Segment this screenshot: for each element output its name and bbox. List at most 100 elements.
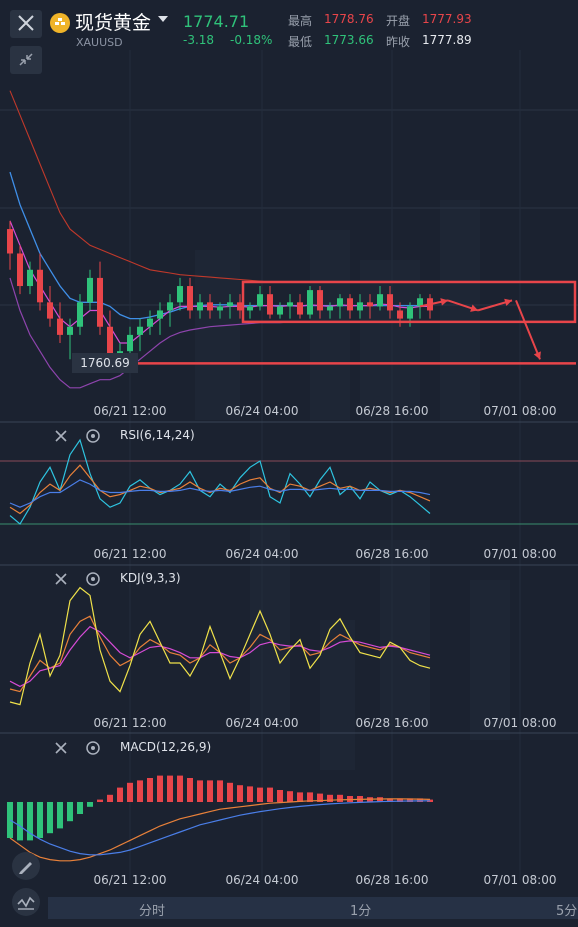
candle-body xyxy=(177,286,183,303)
candle-body xyxy=(37,269,43,303)
x-tick-label: 07/01 08:00 xyxy=(484,716,557,730)
candle-body xyxy=(317,290,323,311)
candle-body xyxy=(57,318,63,335)
x-tick-label: 06/21 12:00 xyxy=(94,716,167,730)
draw-tool-button[interactable] xyxy=(12,852,40,880)
wave-icon xyxy=(17,896,35,910)
open-label: 开盘 xyxy=(386,14,411,28)
price-change: -3.18 xyxy=(183,33,215,47)
chart-canvas[interactable]: 06/21 12:00 06/24 04:00 06/28 16:00 07/01 0… xyxy=(0,0,578,927)
candle-body xyxy=(377,294,383,307)
x-tick-label: 06/28 16:00 xyxy=(356,404,429,418)
macd-histogram-bar xyxy=(67,802,73,822)
low-label: 最低 xyxy=(288,35,313,49)
candle-body xyxy=(197,302,203,311)
macd-title: MACD(12,26,9) xyxy=(120,740,212,754)
header-bar: 现货黄金 XAUUSD 1774.71 -3.18 -0.18% 最高 1778… xyxy=(0,0,578,50)
gear-icon-center xyxy=(91,577,95,581)
candle-body xyxy=(87,277,93,303)
rsi-title: RSI(6,14,24) xyxy=(120,428,195,442)
gear-icon-center xyxy=(91,434,95,438)
macd-histogram-bar xyxy=(267,787,273,802)
macd-histogram-bar xyxy=(77,802,83,814)
background-building-1 xyxy=(310,230,350,420)
x-tick-label: 06/24 04:00 xyxy=(226,404,299,418)
macd-histogram-bar xyxy=(187,778,193,802)
prev-close-label: 昨收 xyxy=(386,35,411,49)
macd-histogram-bar xyxy=(177,775,183,802)
tab-5min[interactable]: 5分 xyxy=(556,900,577,919)
candle-body xyxy=(227,302,233,307)
prev-close-value: 1777.89 xyxy=(422,33,472,47)
macd-histogram-bar xyxy=(147,778,153,802)
candle-body xyxy=(127,334,133,352)
trading-app: 06/21 12:00 06/24 04:00 06/28 16:00 07/01 0… xyxy=(0,0,578,927)
macd-histogram-bar xyxy=(17,802,23,841)
macd-histogram-bar xyxy=(167,775,173,802)
x-tick-label: 06/21 12:00 xyxy=(94,547,167,561)
candle-body xyxy=(97,277,103,327)
chevron-down-icon[interactable] xyxy=(158,16,168,22)
last-price: 1774.71 xyxy=(183,12,250,31)
open-value: 1777.93 xyxy=(422,12,472,26)
candle-body xyxy=(77,302,83,327)
x-tick-label: 06/21 12:00 xyxy=(94,404,167,418)
gear-icon-center xyxy=(91,746,95,750)
collapse-arrows-icon xyxy=(19,53,33,66)
close-button[interactable] xyxy=(10,10,42,38)
macd-histogram-bar xyxy=(37,802,43,838)
macd-histogram-bar xyxy=(337,794,343,802)
candle-body xyxy=(217,306,223,311)
macd-histogram-bar xyxy=(127,782,133,802)
macd-histogram-bar xyxy=(107,794,113,802)
x-tick-label: 06/28 16:00 xyxy=(356,873,429,887)
candle-body xyxy=(347,298,353,311)
background-building-2 xyxy=(360,260,420,420)
kdj-title: KDJ(9,3,3) xyxy=(120,571,181,585)
candle-body xyxy=(387,294,393,311)
candle-body xyxy=(407,306,413,319)
x-tick-label: 06/24 04:00 xyxy=(226,547,299,561)
x-tick-label: 07/01 08:00 xyxy=(484,404,557,418)
macd-histogram-bar xyxy=(157,775,163,802)
candle-body xyxy=(297,302,303,315)
x-tick-label: 06/24 04:00 xyxy=(226,716,299,730)
macd-histogram-bar xyxy=(287,791,293,802)
macd-histogram-bar xyxy=(57,802,63,829)
page-title[interactable]: 现货黄金 xyxy=(75,8,151,35)
candle-body xyxy=(67,326,73,335)
macd-histogram-bar xyxy=(257,787,263,802)
x-tick-label: 06/24 04:00 xyxy=(226,873,299,887)
macd-histogram-bar xyxy=(207,780,213,802)
macd-histogram-bar xyxy=(297,792,303,802)
candle-body xyxy=(287,302,293,307)
candle-body xyxy=(187,286,193,311)
price-change-percent: -0.18% xyxy=(230,33,273,47)
high-label: 最高 xyxy=(288,14,313,28)
high-value: 1778.76 xyxy=(324,12,374,26)
candle-body xyxy=(47,302,53,319)
fullscreen-button[interactable] xyxy=(10,46,42,74)
indicator-tool-button[interactable] xyxy=(12,888,40,916)
x-tick-label: 07/01 08:00 xyxy=(484,547,557,561)
macd-histogram-bar xyxy=(137,780,143,802)
candle-body xyxy=(147,318,153,327)
candle-body xyxy=(257,294,263,307)
logo-icon xyxy=(50,13,70,33)
candle-body xyxy=(157,310,163,319)
tab-1min[interactable]: 1分 xyxy=(350,900,371,919)
x-tick-label: 06/28 16:00 xyxy=(356,716,429,730)
x-tick-label: 07/01 08:00 xyxy=(484,873,557,887)
macd-histogram-bar xyxy=(227,782,233,802)
macd-histogram-bar xyxy=(87,802,93,807)
macd-histogram-bar xyxy=(217,780,223,802)
candle-body xyxy=(207,302,213,311)
candle-body xyxy=(167,302,173,311)
timeframe-bar xyxy=(48,897,578,919)
macd-histogram-bar xyxy=(237,785,243,802)
support-price-tag: 1760.69 xyxy=(72,353,138,373)
candle-body xyxy=(247,306,253,311)
macd-histogram-bar xyxy=(247,786,253,802)
macd-histogram-bar xyxy=(117,787,123,802)
tab-minute[interactable]: 分时 xyxy=(139,900,165,919)
